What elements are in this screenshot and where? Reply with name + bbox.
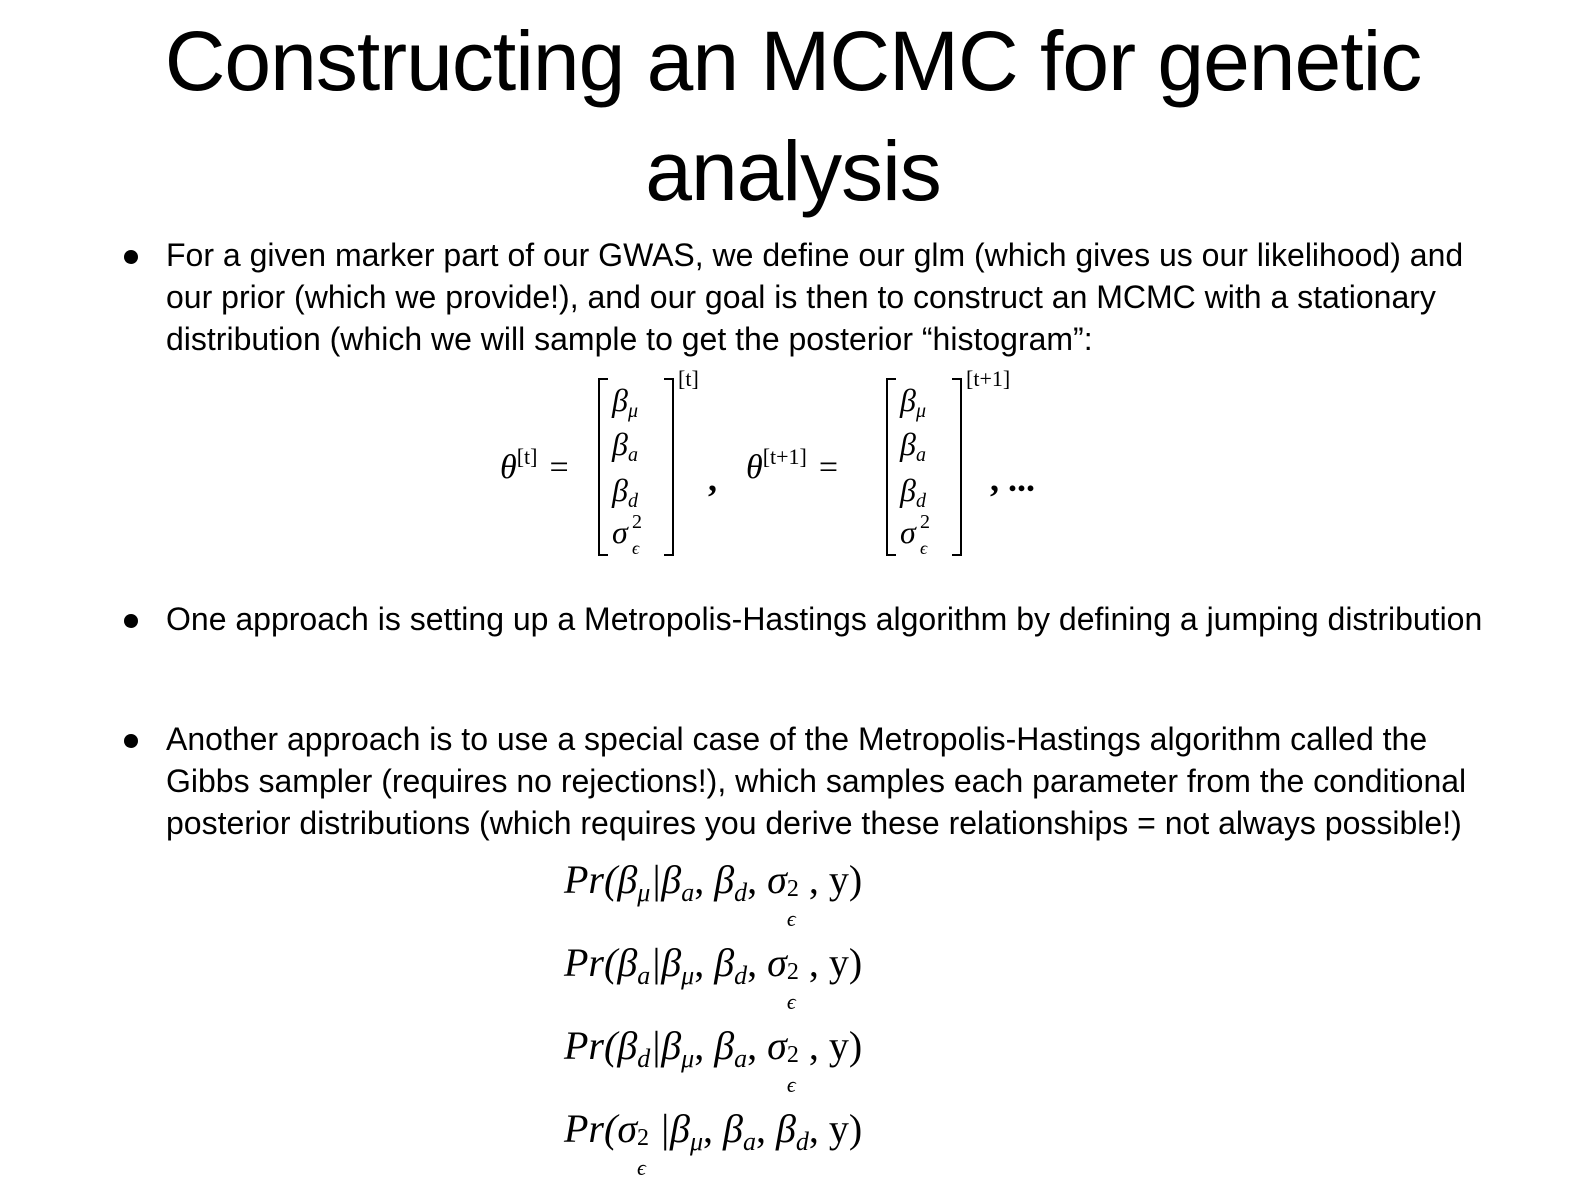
conditional-sigma-squared: Pr(σ 2 ϵ |βμ, βa, βd, y) — [564, 1106, 863, 1180]
theta-t1-exponent: [t+1] — [966, 366, 1011, 391]
theta-t-exponent: [t] — [678, 366, 699, 391]
theta-separator: , — [708, 459, 717, 499]
bullet-text-3: Another approach is to use a special cas… — [166, 721, 1467, 841]
bullet-item-1: For a given marker part of our GWAS, we … — [124, 234, 1496, 360]
theta-t1-lhs: θ[t+1] = — [746, 444, 839, 486]
slide-title: Constructing an MCMC for genetic analysi… — [164, 14, 1423, 218]
bullet-text-1: For a given marker part of our GWAS, we … — [166, 237, 1464, 357]
bullet-text-2: One approach is setting up a Metropolis-… — [166, 601, 1483, 637]
slide: Constructing an MCMC for genetic analysi… — [0, 0, 1586, 1190]
conditional-beta-mu: Pr(βμ|βa, βd, σ2ϵ, y) — [564, 857, 863, 931]
theta-t-vector: βμ βa βd σ2ϵ — [598, 378, 674, 558]
bullet-dot-icon — [124, 734, 138, 748]
bullet-item-2: One approach is setting up a Metropolis-… — [124, 598, 1496, 640]
theta-ellipsis: , ... — [990, 459, 1035, 499]
theta-t1-vector: βμ βa βd σ2ϵ — [886, 378, 962, 558]
bullet-item-3: Another approach is to use a special cas… — [124, 718, 1496, 844]
conditional-beta-d: Pr(βd|βμ, βa, σ2ϵ, y) — [564, 1023, 863, 1097]
theta-t-lhs: θ[t] = — [500, 444, 569, 486]
bullet-dot-icon — [124, 250, 138, 264]
bullet-dot-icon — [124, 614, 138, 628]
theta-equation: θ[t] = βμ βa βd σ2ϵ [t] , θ[t+1] = βμ βa β… — [500, 366, 1100, 560]
conditional-beta-a: Pr(βa|βμ, βd, σ2ϵ, y) — [564, 940, 863, 1014]
